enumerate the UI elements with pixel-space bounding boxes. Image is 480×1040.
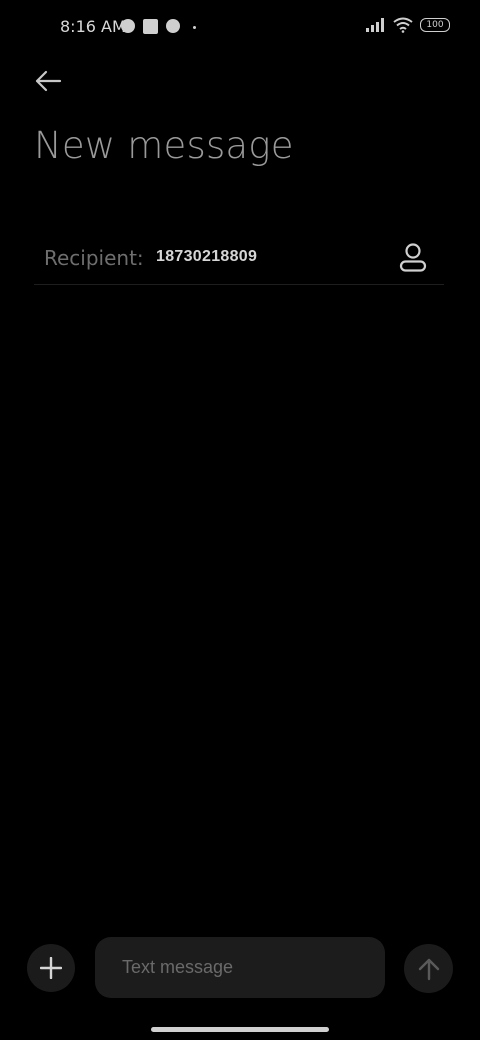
notification-icon	[143, 19, 158, 34]
plus-icon	[40, 957, 62, 979]
page-title: New message	[34, 124, 294, 167]
notification-icon	[121, 19, 135, 33]
message-input[interactable]	[95, 937, 385, 998]
recipient-label: Recipient:	[44, 246, 144, 270]
add-attachment-button[interactable]	[27, 944, 75, 992]
arrow-up-icon	[418, 958, 439, 980]
recipient-value[interactable]: 18730218809	[156, 248, 257, 266]
notification-icon	[166, 19, 180, 33]
signal-icon	[366, 18, 384, 32]
battery-icon: 100	[420, 18, 450, 32]
dot-icon	[193, 26, 196, 29]
wifi-icon	[393, 17, 413, 33]
recipient-row[interactable]: Recipient: 18730218809	[34, 232, 444, 285]
back-arrow-icon	[35, 70, 62, 92]
select-contact-button[interactable]	[396, 240, 430, 276]
person-icon	[399, 243, 427, 272]
home-indicator[interactable]	[151, 1027, 329, 1032]
status-bar: 8:16 AM 100	[0, 0, 480, 56]
compose-bar	[0, 934, 480, 1000]
status-indicators: 100	[366, 17, 450, 33]
send-button[interactable]	[404, 944, 453, 993]
screen: 8:16 AM 100 New message Recipient: 18730…	[0, 0, 480, 1040]
status-time: 8:16 AM	[60, 17, 126, 36]
back-button[interactable]	[28, 62, 68, 100]
